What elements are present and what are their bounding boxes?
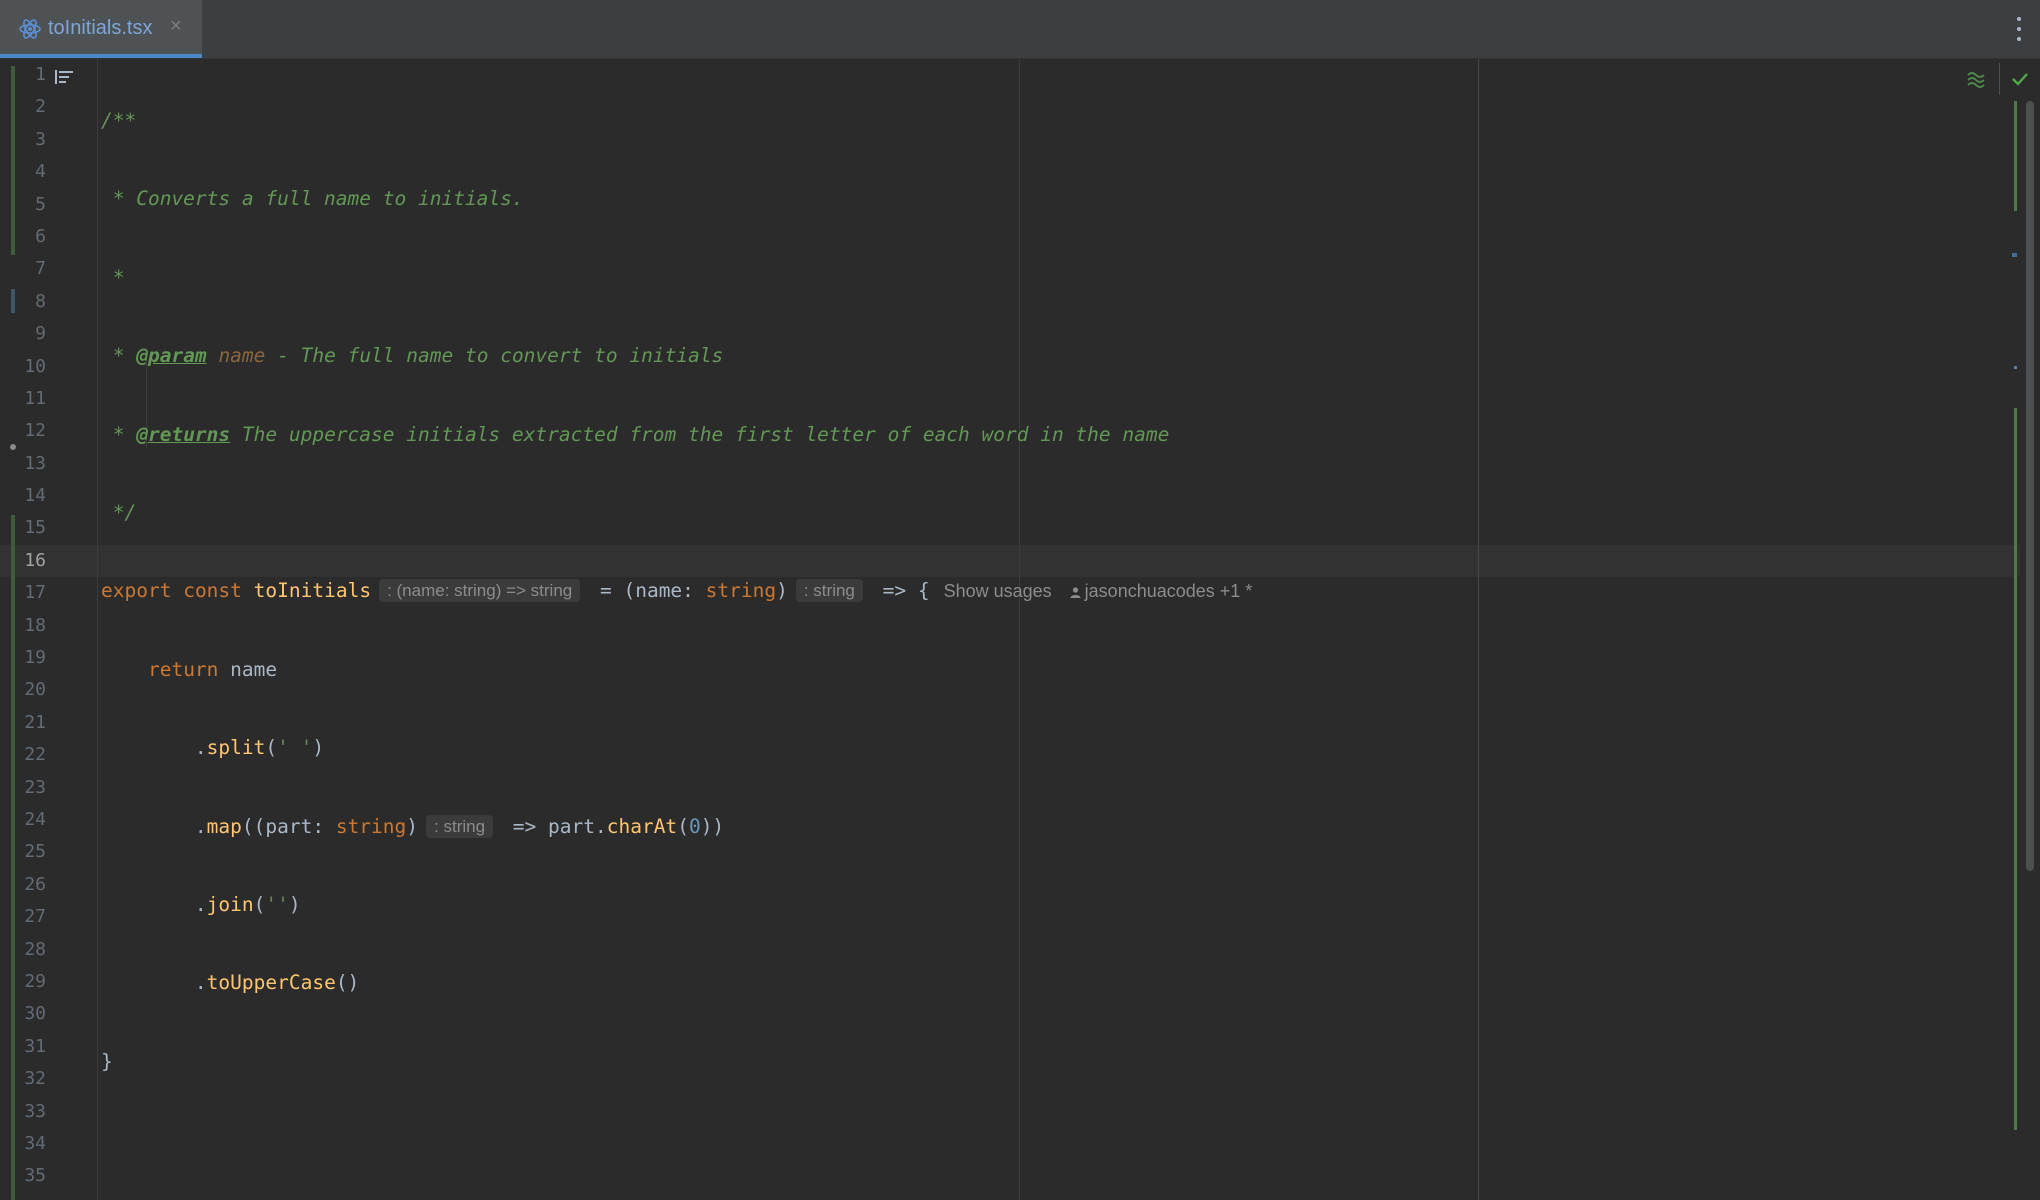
scrollbar-change-marker[interactable] xyxy=(2014,101,2017,211)
file-tab[interactable]: toInitials.tsx × xyxy=(0,0,202,58)
line-number: 35 xyxy=(24,1165,46,1187)
tab-bar: toInitials.tsx × xyxy=(0,0,2040,59)
line-number: 13 xyxy=(24,452,46,474)
line-number: 15 xyxy=(24,517,46,539)
reader-mode-icon[interactable] xyxy=(55,70,73,84)
scrollbar-change-marker[interactable] xyxy=(2014,366,2017,369)
line-number: 14 xyxy=(24,485,46,507)
line-number: 18 xyxy=(24,614,46,636)
line-number: 30 xyxy=(24,1003,46,1025)
line-number: 2 xyxy=(35,96,46,118)
person-icon xyxy=(1070,587,1081,599)
line-number: 3 xyxy=(35,128,46,150)
line-number: 8 xyxy=(35,290,46,312)
line-number: 32 xyxy=(24,1068,46,1090)
code-line-12: .toUpperCase() xyxy=(194,971,360,995)
line-number: 24 xyxy=(24,808,46,830)
code-line-9: .split(' ') xyxy=(194,736,325,760)
line-number: 34 xyxy=(24,1132,46,1154)
code-line-8: return name xyxy=(147,657,278,681)
line-number: 4 xyxy=(35,161,46,183)
jsdoc-tag: @returns xyxy=(136,422,231,446)
line-number: 33 xyxy=(24,1100,46,1122)
type-hint: : string xyxy=(426,814,494,838)
line-number: 9 xyxy=(35,323,46,345)
code-line-3: * xyxy=(101,265,125,289)
scrollbar-change-marker[interactable] xyxy=(2014,408,2017,1130)
line-number: 28 xyxy=(24,938,46,960)
line-number: 20 xyxy=(24,679,46,701)
line-number: 27 xyxy=(24,906,46,928)
line-number: 17 xyxy=(24,582,46,604)
code-line-10: .map((part: string): string => part.char… xyxy=(194,814,725,838)
code-line-13: } xyxy=(101,1049,113,1073)
react-file-icon xyxy=(19,19,41,39)
code-editor[interactable]: 1 2 3 4 5 6 7 8 9 10 11 12 13 14 15 16 17 18 19 20 21 22 23 24 2… xyxy=(0,59,2040,1200)
line-number: 31 xyxy=(24,1035,46,1057)
jsdoc-tag: @param xyxy=(136,344,207,368)
more-vertical-icon[interactable] xyxy=(2014,14,2024,44)
line-number: 19 xyxy=(24,647,46,669)
line-number: 26 xyxy=(24,873,46,895)
line-number: 23 xyxy=(24,776,46,798)
line-number: 25 xyxy=(24,841,46,863)
line-number: 22 xyxy=(24,744,46,766)
author-lens[interactable]: jasonchuacodes +1 * xyxy=(1085,581,1253,601)
show-usages-link[interactable]: Show usages xyxy=(944,581,1052,601)
code-line-4: * @param name - The full name to convert… xyxy=(101,344,724,368)
line-number: 21 xyxy=(24,711,46,733)
line-number: 16 xyxy=(24,549,46,571)
line-number: 6 xyxy=(35,225,46,247)
return-type-hint: : string xyxy=(795,579,863,603)
code-area[interactable]: /** * Converts a full name to initials. … xyxy=(101,59,1252,1124)
line-number: 1 xyxy=(35,64,46,85)
line-number: 12 xyxy=(24,420,46,442)
tab-filename: toInitials.tsx xyxy=(48,17,153,39)
scrollbar-change-marker[interactable] xyxy=(2012,253,2017,257)
line-number: 29 xyxy=(24,970,46,992)
code-line-11: .join('') xyxy=(194,892,301,916)
code-line-5: * @returns The uppercase initials extrac… xyxy=(101,422,1170,446)
line-number-gutter: 1 2 3 4 5 6 7 8 9 10 11 12 13 14 15 16 17 18 19 20 21 22 23 24 2… xyxy=(0,59,46,1193)
line-number: 7 xyxy=(35,258,46,280)
right-margin-guide xyxy=(1478,59,1479,1200)
toolbar-divider xyxy=(1999,63,2000,95)
code-line-2: * Converts a full name to initials. xyxy=(101,187,524,211)
vertical-scrollbar[interactable] xyxy=(2026,101,2034,871)
line-number: 5 xyxy=(35,193,46,215)
check-icon[interactable] xyxy=(2010,69,2030,89)
close-icon[interactable]: × xyxy=(170,15,182,38)
inspection-widget-icon[interactable] xyxy=(1965,68,1987,90)
code-line-1: /** xyxy=(101,109,137,132)
gutter-separator xyxy=(97,59,98,1200)
code-line-6: */ xyxy=(101,500,137,524)
type-hint: : (name: string) => string xyxy=(379,579,581,603)
line-number: 11 xyxy=(24,387,46,409)
line-number: 10 xyxy=(24,355,46,377)
code-line-7: export const toInitials: (name: string) … xyxy=(101,579,1253,603)
